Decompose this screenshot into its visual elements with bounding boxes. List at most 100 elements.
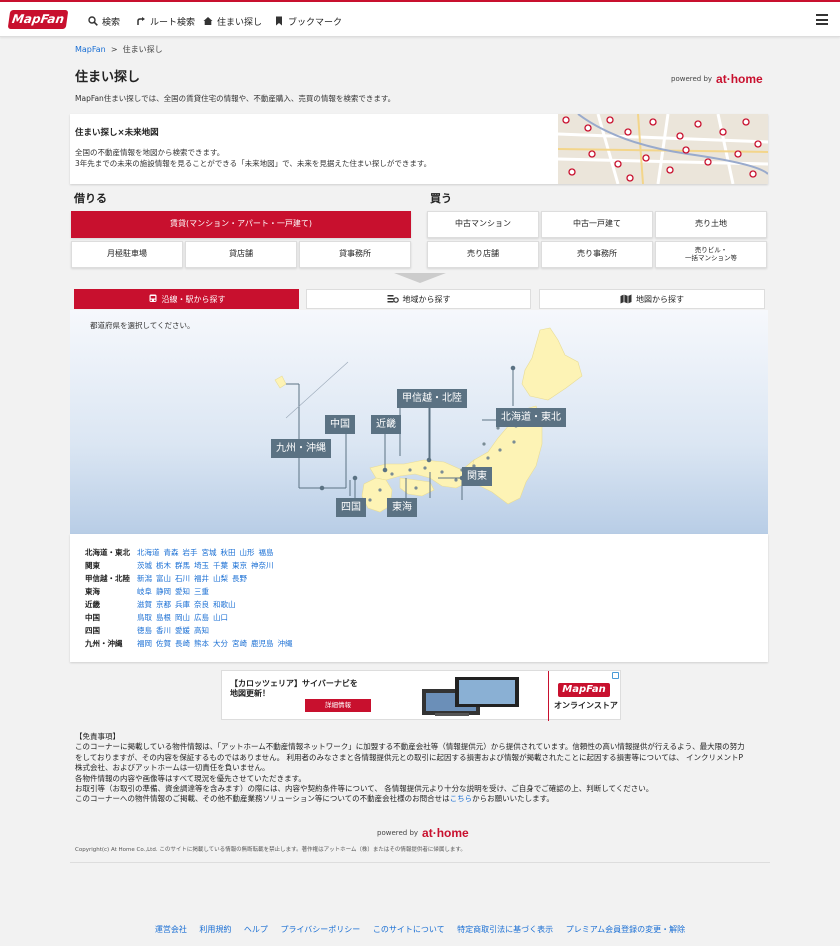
region-shikoku[interactable]: 四国 (336, 498, 366, 517)
tab-area[interactable]: 地域から探す (306, 289, 531, 309)
prefecture-link[interactable]: 山口 (213, 613, 228, 622)
region-row: 四国 徳島 香川 愛媛 高知 (85, 624, 213, 636)
advertisement-banner[interactable]: 【カロッツェリア】サイバーナビを 地図更新！ 詳細情報 MapFan オンライン… (221, 670, 621, 721)
region-hokkaido-tohoku[interactable]: 北海道・東北 (496, 408, 566, 427)
office-sale-button[interactable]: 売り事務所 (541, 241, 653, 268)
prefecture-link[interactable]: 岩手 (183, 548, 198, 557)
prefecture-link[interactable]: 香川 (156, 626, 171, 635)
prefecture-link[interactable]: 鳥取 (137, 613, 152, 622)
contact-link[interactable]: こちら (450, 794, 473, 803)
nav-bookmark[interactable]: ブックマーク (274, 14, 342, 28)
breadcrumb-home[interactable]: MapFan (75, 45, 106, 54)
prefecture-link[interactable]: 兵庫 (175, 600, 190, 609)
prefecture-link[interactable]: 神奈川 (251, 561, 274, 570)
land-sale-button[interactable]: 売り土地 (655, 211, 767, 238)
prefecture-link[interactable]: 鹿児島 (251, 639, 274, 648)
top-navigation-bar: MapFan 検索 ルート検索 住まい探し ブックマーク (0, 0, 840, 37)
region-koshinetsu-hokuriku[interactable]: 甲信越・北陸 (397, 389, 467, 408)
used-condo-button[interactable]: 中古マンション (427, 211, 539, 238)
hamburger-icon[interactable] (816, 14, 828, 25)
adchoices-icon[interactable] (612, 672, 619, 679)
prefecture-link[interactable]: 東京 (232, 561, 247, 570)
prefecture-link[interactable]: 岡山 (175, 613, 190, 622)
future-map-promo[interactable]: 住まい探し×未来地図 全国の不動産情報を地図から検索できます。 3年先までの未来… (70, 114, 768, 184)
prefecture-link[interactable]: 沖縄 (278, 639, 293, 648)
building-sale-button[interactable]: 売りビル・ 一括マンション等 (655, 241, 767, 268)
japan-map-shape[interactable] (70, 310, 768, 534)
rent-office-button[interactable]: 貸事務所 (299, 241, 411, 268)
region-kinki[interactable]: 近畿 (371, 415, 401, 434)
nav-house-search[interactable]: 住まい探し (203, 14, 262, 28)
prefecture-link[interactable]: 千葉 (213, 561, 228, 570)
promo-line2: 3年先までの未来の施設情報を見ることができる「未来地図」で、未来を見据えた住まい… (75, 159, 432, 168)
tab-map[interactable]: 地図から探す (539, 289, 765, 309)
prefecture-link[interactable]: 徳島 (137, 626, 152, 635)
powered-by-label: powered by (671, 75, 713, 83)
prefecture-link[interactable]: 福岡 (137, 639, 152, 648)
prefecture-link[interactable]: 奈良 (194, 600, 209, 609)
prefecture-link[interactable]: 新潟 (137, 574, 152, 583)
prefecture-link[interactable]: 青森 (164, 548, 179, 557)
prefecture-link[interactable]: 和歌山 (213, 600, 236, 609)
nav-route-search[interactable]: ルート検索 (136, 14, 195, 28)
prefecture-link[interactable]: 山形 (240, 548, 255, 557)
footer-link-premium[interactable]: プレミアム会員登録の変更・解除 (566, 925, 685, 934)
rent-apartment-button[interactable]: 賃貸(マンション・アパート・一戸建て) (71, 211, 411, 238)
nav-search[interactable]: 検索 (88, 14, 120, 28)
monthly-parking-button[interactable]: 月極駐車場 (71, 241, 183, 268)
prefecture-link[interactable]: 京都 (156, 600, 171, 609)
prefecture-link[interactable]: 福井 (194, 574, 209, 583)
footer-link-help[interactable]: ヘルプ (244, 925, 268, 934)
prefecture-link[interactable]: 宮城 (202, 548, 217, 557)
region-kyushu-okinawa[interactable]: 九州・沖縄 (271, 439, 331, 458)
used-house-button[interactable]: 中古一戸建て (541, 211, 653, 238)
prefecture-link[interactable]: 島根 (156, 613, 171, 622)
disclaimer-line: お取引等（お取引の準備、資金調達等を含みます）の際には、内容や契約条件等について… (75, 784, 654, 794)
region-name: 関東 (85, 560, 100, 570)
prefecture-link[interactable]: 佐賀 (156, 639, 171, 648)
prefecture-link[interactable]: 石川 (175, 574, 190, 583)
divider (70, 862, 770, 863)
footer-link-company[interactable]: 運営会社 (155, 925, 187, 934)
prefecture-link[interactable]: 熊本 (194, 639, 209, 648)
prefecture-link[interactable]: 秋田 (221, 548, 236, 557)
rent-shop-button[interactable]: 貸店舗 (185, 241, 297, 268)
promo-title: 住まい探し×未来地図 (75, 128, 159, 138)
prefecture-link[interactable]: 宮崎 (232, 639, 247, 648)
prefecture-link[interactable]: 広島 (194, 613, 209, 622)
prefecture-link[interactable]: 静岡 (156, 587, 171, 596)
region-chugoku[interactable]: 中国 (325, 415, 355, 434)
prefecture-link[interactable]: 岐阜 (137, 587, 152, 596)
mapfan-logo[interactable]: MapFan (7, 10, 69, 29)
prefecture-link[interactable]: 大分 (213, 639, 228, 648)
prefecture-link[interactable]: 北海道 (137, 548, 160, 557)
shop-sale-button[interactable]: 売り店舗 (427, 241, 539, 268)
prefecture-link[interactable]: 茨城 (137, 561, 152, 570)
prefecture-link[interactable]: 群馬 (175, 561, 190, 570)
prefecture-link[interactable]: 埼玉 (194, 561, 209, 570)
breadcrumb-current: 住まい探し (122, 45, 163, 54)
page-title: 住まい探し (75, 70, 141, 85)
footer-link-about[interactable]: このサイトについて (373, 925, 445, 934)
prefecture-link[interactable]: 愛媛 (175, 626, 190, 635)
tab-line-station-label: 沿線・駅から探す (161, 294, 226, 304)
prefecture-link[interactable]: 栃木 (156, 561, 171, 570)
footer-link-privacy[interactable]: プライバシーポリシー (280, 925, 360, 934)
car-navi-product-image (422, 677, 519, 716)
region-kanto[interactable]: 関東 (462, 467, 492, 486)
prefecture-link[interactable]: 福島 (259, 548, 274, 557)
footer-link-commerce-law[interactable]: 特定商取引法に基づく表示 (457, 925, 553, 934)
prefecture-link[interactable]: 三重 (194, 587, 209, 596)
footer-link-terms[interactable]: 利用規約 (199, 925, 231, 934)
prefecture-link[interactable]: 長野 (232, 574, 247, 583)
prefecture-link[interactable]: 山梨 (213, 574, 228, 583)
prefecture-link[interactable]: 富山 (156, 574, 171, 583)
ad-details-button[interactable]: 詳細情報 (305, 699, 371, 712)
tab-line-station[interactable]: 沿線・駅から探す (74, 289, 299, 309)
prefecture-link[interactable]: 長崎 (175, 639, 190, 648)
region-tokai[interactable]: 東海 (387, 498, 417, 517)
prefecture-link[interactable]: 滋賀 (137, 600, 152, 609)
prefecture-link[interactable]: 高知 (194, 626, 209, 635)
prefecture-link[interactable]: 愛知 (175, 587, 190, 596)
rent-heading: 借りる (74, 192, 107, 205)
